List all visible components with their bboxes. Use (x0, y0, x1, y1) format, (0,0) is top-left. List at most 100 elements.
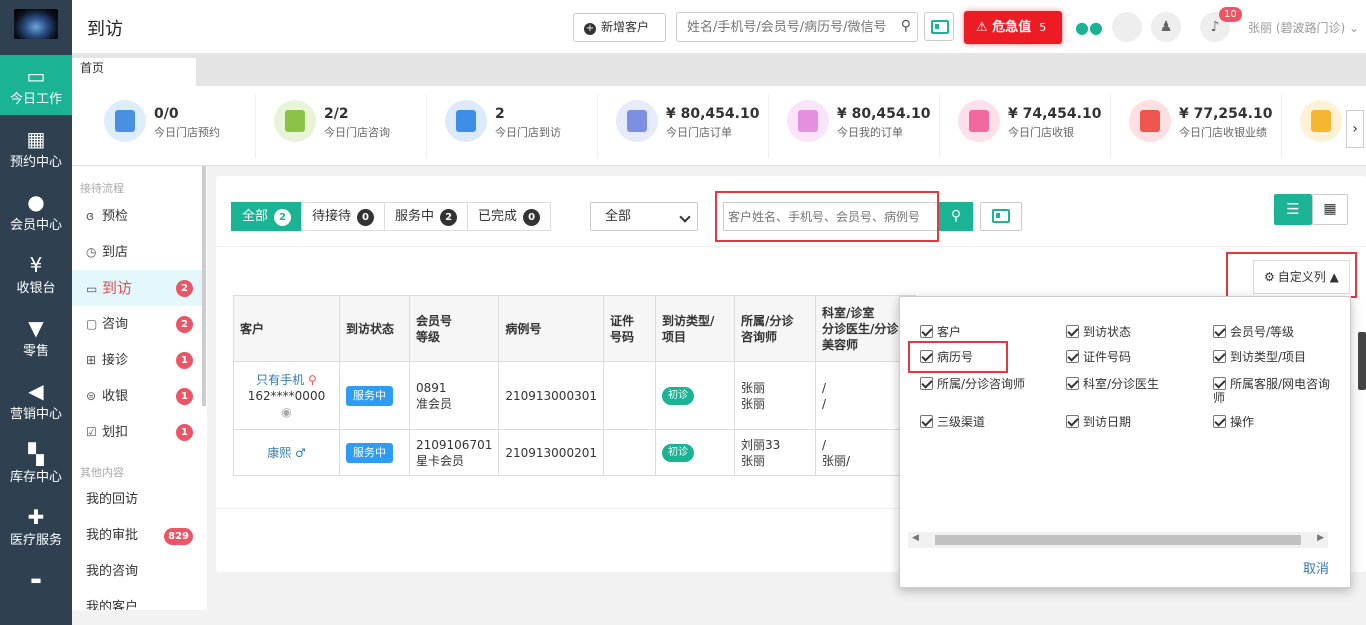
status-badge: 服务中 (346, 442, 393, 463)
critical-value-button[interactable]: ⚠ 危急值 5 (964, 11, 1062, 44)
checkbox-checked[interactable] (1066, 415, 1079, 428)
col-option[interactable]: 三级渠道 (920, 415, 985, 429)
checkbox-checked[interactable] (1213, 325, 1226, 338)
order-icon (616, 100, 658, 142)
col-id[interactable]: 证件 号码 (602, 295, 656, 362)
sub-nav: 接待流程 ɞ 预检 ◷ 到店 ▭ 到访 2 ▢ 咨询 2 ⊞ 接诊 1 ⊜ 收银 1 ☑ 划扣 1 其他… (72, 166, 207, 610)
nav-retail[interactable]: ▼ 零售 (0, 307, 72, 367)
stat-appointments[interactable]: 0/0 今日门店预约 (104, 100, 264, 145)
group-icon[interactable]: ♟ (1151, 12, 1181, 42)
filter-done[interactable]: 已完成 0 (467, 202, 552, 231)
subnav-item-cashier[interactable]: ⊜ 收银 1 (72, 378, 203, 414)
nav-marketing[interactable]: ◀ 营销中心 (0, 370, 72, 430)
subnav-item-my-followup[interactable]: 我的回访 (72, 482, 203, 518)
col-customer[interactable]: 客户 (233, 295, 340, 362)
checkbox-checked[interactable] (1213, 350, 1226, 363)
stat-performance[interactable]: ¥ 77,254.10 今日门店收银业绩 (1129, 100, 1289, 145)
checkbox-checked[interactable] (920, 325, 933, 338)
col-member[interactable]: 会员号 等级 (408, 295, 500, 362)
eye-icon[interactable]: ◉ (281, 405, 291, 419)
subnav-item-consult[interactable]: ▢ 咨询 2 (72, 306, 203, 342)
subnav-scrollbar[interactable] (202, 166, 206, 406)
subnav-group-title: 其他内容 (80, 466, 124, 479)
scroll-right-icon[interactable]: ▶ (1317, 533, 1324, 543)
nav-members[interactable]: ● 会员中心 (0, 181, 72, 241)
col-option[interactable]: 到访状态 (1066, 325, 1131, 339)
filter-all[interactable]: 全部 2 (231, 202, 303, 231)
user-menu[interactable]: 张丽 (碧波路门诊) ⌄ (1248, 19, 1359, 36)
id-card-button[interactable] (924, 12, 954, 41)
id-card-read-button[interactable] (980, 202, 1022, 231)
nav-medical[interactable]: ✚ 医疗服务 (0, 496, 72, 556)
col-case[interactable]: 病例号 (498, 295, 604, 362)
customer-link[interactable]: 康熙 ♂ (267, 446, 306, 460)
col-option[interactable]: 科室/分诊医生 (1066, 377, 1159, 391)
col-consultant[interactable]: 所属/分诊 咨询师 (733, 295, 816, 362)
subnav-item-precheck[interactable]: ɞ 预检 (72, 198, 203, 234)
customer-link[interactable]: 只有手机 (256, 373, 304, 387)
visit-type-badge: 初诊 (661, 387, 694, 405)
col-option[interactable]: 到访日期 (1066, 415, 1131, 429)
list-view-button[interactable]: ☰ (1274, 194, 1312, 225)
alert-icon: ⚠ (976, 20, 993, 35)
subnav-item-my-approval[interactable]: 我的审批 829 (72, 518, 203, 554)
subnav-item-my-customers[interactable]: 我的客户 (72, 590, 203, 610)
new-customer-button[interactable]: + 新增客户 (573, 13, 666, 42)
tab-home[interactable]: 首页 (72, 58, 196, 86)
main-nav: ▭ 今日工作 ▦ 预约中心 ● 会员中心 ¥ 收银台 ▼ 零售 ◀ 营销中心 ▚ 库存中心 ✚… (0, 0, 72, 625)
filter-in-service[interactable]: 服务中 2 (384, 202, 469, 231)
type-select[interactable]: 全部 (590, 202, 698, 231)
global-search-input[interactable] (677, 13, 887, 41)
checkbox-checked[interactable] (920, 415, 933, 428)
checkbox-checked[interactable] (920, 377, 933, 390)
stat-visits[interactable]: 2 今日门店到访 (445, 100, 605, 145)
grid-view-button[interactable]: ▦ (1312, 194, 1348, 225)
checkbox-checked[interactable] (1066, 325, 1079, 338)
col-option[interactable]: 所属客服/网电咨询师 (1213, 377, 1333, 405)
global-search: ⚲ (676, 12, 918, 42)
checkbox-checked[interactable] (1213, 415, 1226, 428)
medkit-icon: ✚ (27, 505, 45, 529)
col-option[interactable]: 客户 (920, 325, 961, 339)
stat-my-orders[interactable]: ¥ 80,454.10 今日我的订单 (787, 100, 947, 145)
search-button[interactable]: ⚲ (939, 202, 973, 231)
nav-today-work[interactable]: ▭ 今日工作 (0, 55, 72, 115)
col-option[interactable]: 所属/分诊咨询师 (920, 377, 1025, 391)
checkbox-checked[interactable] (1213, 377, 1226, 390)
col-option[interactable]: 操作 (1213, 415, 1254, 429)
avatar[interactable] (1112, 12, 1142, 42)
checkbox-checked[interactable] (1066, 350, 1079, 363)
col-option[interactable]: 到访类型/项目 (1213, 350, 1306, 364)
col-option[interactable]: 证件号码 (1066, 350, 1131, 364)
cancel-button[interactable]: 取消 (1303, 558, 1329, 577)
scroll-left-icon[interactable]: ◀ (912, 533, 919, 543)
subnav-item-visit[interactable]: ▭ 到访 2 (72, 270, 203, 306)
wechat-icon[interactable]: ●● (1075, 18, 1103, 37)
subnav-item-reception[interactable]: ⊞ 接诊 1 (72, 342, 203, 378)
consult-icon (274, 100, 316, 142)
subnav-item-deduct[interactable]: ☑ 划扣 1 (72, 414, 203, 450)
stat-consults[interactable]: 2/2 今日门店咨询 (274, 100, 434, 145)
col-option[interactable]: 会员号/等级 (1213, 325, 1294, 339)
stat-cashier[interactable]: ¥ 74,454.10 今日门店收银 (958, 100, 1118, 145)
search-icon[interactable]: ⚲ (901, 18, 911, 34)
horizontal-scrollbar[interactable]: ◀ ▶ (908, 532, 1328, 548)
subnav-item-my-consult[interactable]: 我的咨询 (72, 554, 203, 590)
nav-cashier[interactable]: ¥ 收银台 (0, 244, 72, 304)
table-row[interactable]: 只有手机 ⚲ 162****0000 ◉ 服务中 0891 准会员 210913000… (233, 361, 916, 430)
stats-next-button[interactable]: › (1346, 110, 1364, 148)
col-type[interactable]: 到访类型/ 项目 (654, 295, 735, 362)
nav-appointments[interactable]: ▦ 预约中心 (0, 118, 72, 178)
table-row[interactable]: 康熙 ♂ 服务中 2109106701 星卡会员 210913000201 初诊 … (233, 429, 916, 476)
stat-glyph (969, 110, 989, 132)
filter-waiting[interactable]: 待接待 0 (301, 202, 386, 231)
col-status[interactable]: 到访状态 (339, 295, 410, 362)
nav-inventory[interactable]: ▚ 库存中心 (0, 433, 72, 493)
side-handle[interactable] (1358, 332, 1366, 390)
checkbox-checked[interactable] (1066, 377, 1079, 390)
stat-more[interactable] (1300, 100, 1344, 145)
nav-more[interactable]: ▬ (0, 559, 72, 589)
stat-store-orders[interactable]: ¥ 80,454.10 今日门店订单 (616, 100, 776, 145)
chevron-down-icon: ⌄ (1349, 21, 1360, 35)
subnav-item-arrival[interactable]: ◷ 到店 (72, 234, 203, 270)
